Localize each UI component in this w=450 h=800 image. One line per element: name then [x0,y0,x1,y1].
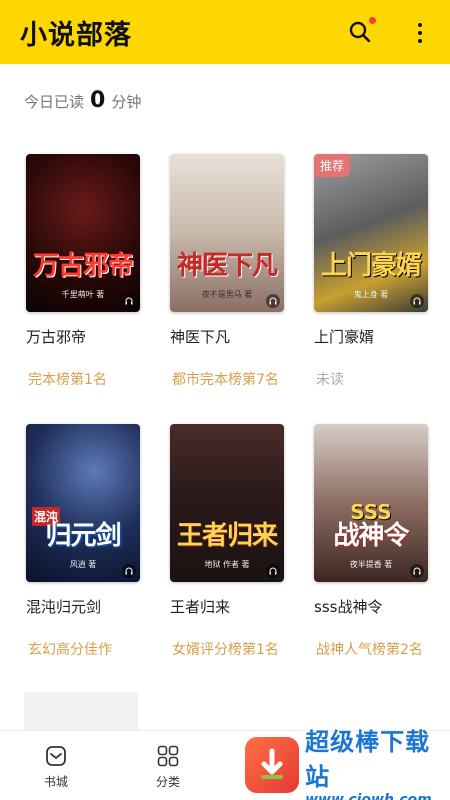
nav-label: 书城 [43,774,68,789]
download-logo-icon [245,737,300,793]
book-cover[interactable]: 万古邪帝 千里萌叶 著 [26,154,140,312]
book-cover[interactable]: 推荐 上门豪婿 鬼上身 著 [314,154,428,312]
site-watermark: 超级棒下载站 www.cjowh.com [245,728,450,800]
cover-title: 战神令 [333,521,409,551]
book-card[interactable]: 王者归来 地狱 作者 著 王者归来 女婿评分榜第1名 [170,424,288,662]
header-actions [348,17,428,46]
watermark-main: 超级棒下载站 [305,728,431,791]
book-card[interactable]: 神医下凡 夜不是男马 著 神医下凡 都市完本榜第7名 [170,154,288,392]
book-cover[interactable]: 混沌 归元剑 风逍 著 [26,424,140,582]
app-header: 小说部落 [0,0,450,64]
app-title: 小说部落 [20,19,132,51]
search-button[interactable] [348,17,376,46]
reading-stats: 今日已读 0 分钟 [24,88,141,113]
book-name[interactable]: 神医下凡 [170,326,288,347]
book-cover[interactable]: SSS 战神令 夜半提香 著 [314,424,428,582]
book-name[interactable]: sss战神令 [314,596,432,617]
category-icon [157,745,179,766]
nav-bookstore[interactable]: 书城 [0,731,112,800]
book-name[interactable]: 万古邪帝 [26,326,144,347]
watermark-text: 超级棒下载站 www.cjowh.com [305,722,450,800]
book-rank-tag: 战神人气榜第2名 [314,639,423,662]
watermark-url: www.cjowh.com [305,792,432,800]
recommend-badge: 推荐 [314,154,351,177]
book-rank-tag: 完本榜第1名 [26,369,107,392]
book-name[interactable]: 上门豪婿 [314,326,432,347]
headphones-icon [122,564,136,578]
cover-title: 王者归来 [176,521,278,551]
bookstore-icon [46,745,66,766]
book-rank-tag: 都市完本榜第7名 [170,369,279,392]
reading-minutes: 0 [90,88,106,113]
cover-title: 万古邪帝 [32,251,134,281]
nav-label: 分类 [155,774,180,789]
book-card[interactable]: 万古邪帝 千里萌叶 著 万古邪帝 完本榜第1名 [26,154,144,392]
more-dot-icon [418,31,422,35]
book-cover[interactable]: 王者归来 地狱 作者 著 [170,424,284,582]
cover-title: 上门豪婿 [320,251,422,281]
book-card[interactable]: SSS 战神令 夜半提香 著 sss战神令 战神人气榜第2名 [314,424,432,662]
book-card[interactable]: 推荐 上门豪婿 鬼上身 著 上门豪婿 未读 [314,154,432,389]
book-card[interactable]: 混沌 归元剑 风逍 著 混沌归元剑 玄幻高分佳作 [26,424,144,662]
book-rank-tag: 玄幻高分佳作 [26,639,112,662]
notification-dot [369,17,376,24]
headphones-icon [122,294,136,308]
reading-prefix: 今日已读 [24,93,85,111]
book-name[interactable]: 王者归来 [170,596,288,617]
headphones-icon [410,294,424,308]
book-rank-tag: 女婿评分榜第1名 [170,639,279,662]
cover-title: 归元剑 [45,521,121,551]
headphones-icon [266,294,280,308]
search-icon [349,21,371,43]
book-cover[interactable]: 神医下凡 夜不是男马 著 [170,154,284,312]
more-dot-icon [418,39,422,43]
book-status-tag: 未读 [316,372,344,388]
headphones-icon [266,564,280,578]
cover-title: 神医下凡 [176,251,278,281]
more-menu-button[interactable] [412,20,428,46]
more-dot-icon [418,23,422,27]
book-name[interactable]: 混沌归元剑 [26,596,144,617]
reading-unit: 分钟 [111,93,142,111]
headphones-icon [410,564,424,578]
nav-category[interactable]: 分类 [112,731,224,800]
